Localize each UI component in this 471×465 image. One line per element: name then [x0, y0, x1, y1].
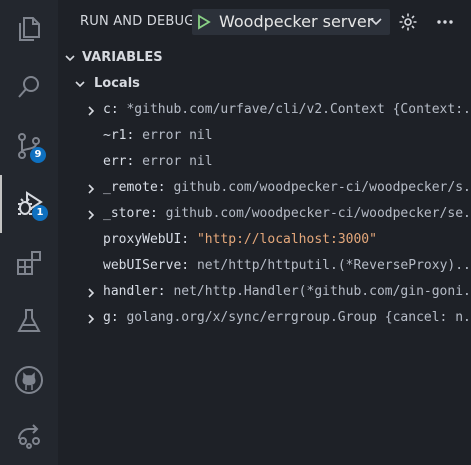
variable-row[interactable]: handler: net/http.Handler(*github.com/gi… [58, 279, 471, 305]
variable-separator: : [149, 206, 166, 221]
launch-config-label: Woodpecker server [219, 12, 374, 31]
testing-button[interactable] [0, 292, 58, 350]
variable-value: *github.com/urfave/cli/v2.Context {Conte… [126, 102, 471, 117]
variable-name: _store [103, 206, 150, 221]
variable-separator: : [110, 102, 127, 117]
variable-value: github.com/woodpecker-ci/woodpecker/s... [173, 180, 471, 195]
chevron-down-icon [75, 81, 85, 88]
variable-row[interactable]: c: *github.com/urfave/cli/v2.Context {Co… [58, 97, 471, 123]
variable-row[interactable]: webUIServe: net/http/httputil.(*ReverseP… [58, 253, 471, 279]
github-button[interactable] [0, 351, 58, 409]
variable-name: err [103, 154, 127, 169]
more-actions-icon[interactable] [436, 19, 454, 25]
source-control-badge: 9 [30, 147, 46, 163]
chevron-right-icon[interactable] [86, 313, 96, 325]
locals-scope-title: Locals [94, 76, 140, 91]
variable-separator: : [110, 310, 127, 325]
chevron-right-icon[interactable] [86, 105, 96, 117]
variables-section-title: VARIABLES [82, 50, 163, 65]
variable-value: net/http.Handler(*github.com/gin-goni... [173, 284, 471, 299]
chevron-right-icon[interactable] [86, 287, 96, 299]
variable-text: err: error nil [103, 154, 213, 169]
search-icon [18, 76, 39, 98]
run-debug-panel: RUN AND DEBUG Woodpecker server VARIABLE… [58, 0, 471, 465]
variable-text: webUIServe: net/http/httputil.(*ReverseP… [103, 258, 471, 273]
variable-separator: : [181, 258, 197, 273]
activity-bar: 9 1 [0, 0, 58, 465]
variable-name: c [103, 102, 111, 117]
variable-value: "http://localhost:3000" [196, 232, 377, 247]
variable-text: handler: net/http.Handler(*github.com/gi… [103, 284, 471, 299]
start-debugging-icon[interactable] [197, 14, 211, 30]
chevron-right-icon[interactable] [86, 209, 96, 221]
extensions-icon [17, 251, 41, 275]
variables-section-header[interactable]: VARIABLES [58, 47, 471, 69]
variable-value: error nil [142, 154, 213, 169]
panel-title: RUN AND DEBUG [80, 14, 195, 29]
chevron-down-icon [65, 55, 75, 62]
search-button[interactable] [0, 58, 58, 116]
github-icon [15, 366, 43, 394]
source-control-button[interactable]: 9 [0, 117, 58, 175]
variable-row[interactable]: ~r1: error nil [58, 123, 471, 149]
remote-icon [18, 424, 40, 449]
gear-icon[interactable] [398, 12, 418, 32]
extensions-button[interactable] [0, 234, 58, 292]
remote-button[interactable] [0, 407, 58, 465]
files-icon [19, 17, 40, 41]
variable-name: proxyWebUI [103, 232, 182, 247]
chevron-down-icon [370, 18, 382, 26]
variable-name: webUIServe [103, 258, 182, 273]
variable-name: g [103, 310, 111, 325]
variable-text: _store: github.com/woodpecker-ci/woodpec… [103, 206, 471, 221]
run-debug-badge: 1 [32, 205, 48, 221]
variable-row[interactable]: _remote: github.com/woodpecker-ci/woodpe… [58, 175, 471, 201]
variable-text: c: *github.com/urfave/cli/v2.Context {Co… [103, 102, 471, 117]
variable-separator: : [157, 284, 174, 299]
variable-text: _remote: github.com/woodpecker-ci/woodpe… [103, 180, 471, 195]
variable-separator: : [126, 154, 143, 169]
variable-row[interactable]: proxyWebUI: "http://localhost:3000" [58, 227, 471, 253]
run-debug-header: RUN AND DEBUG Woodpecker server [58, 0, 471, 44]
variable-row[interactable]: err: error nil [58, 149, 471, 175]
run-debug-button[interactable]: 1 [0, 175, 58, 233]
variable-value: github.com/woodpecker-ci/woodpecker/se..… [165, 206, 471, 221]
variable-name: _remote [103, 180, 158, 195]
variable-separator: : [126, 128, 143, 143]
variable-separator: : [181, 232, 197, 247]
variable-value: net/http/httputil.(*ReverseProxy)... [196, 258, 471, 273]
launch-config-select[interactable]: Woodpecker server [192, 9, 390, 35]
explorer-button[interactable] [0, 0, 58, 58]
locals-scope[interactable]: Locals [58, 73, 471, 95]
testing-icon [17, 309, 41, 332]
variable-text: proxyWebUI: "http://localhost:3000" [103, 232, 377, 247]
variable-value: golang.org/x/sync/errgroup.Group {cancel… [126, 310, 471, 325]
variable-text: g: golang.org/x/sync/errgroup.Group {can… [103, 310, 471, 325]
variable-separator: : [157, 180, 174, 195]
variable-row[interactable]: g: golang.org/x/sync/errgroup.Group {can… [58, 305, 471, 331]
variable-name: handler [103, 284, 158, 299]
variable-value: error nil [142, 128, 213, 143]
variable-row[interactable]: _store: github.com/woodpecker-ci/woodpec… [58, 201, 471, 227]
variable-text: ~r1: error nil [103, 128, 213, 143]
chevron-right-icon[interactable] [86, 183, 96, 195]
variable-name: ~r1 [103, 128, 127, 143]
